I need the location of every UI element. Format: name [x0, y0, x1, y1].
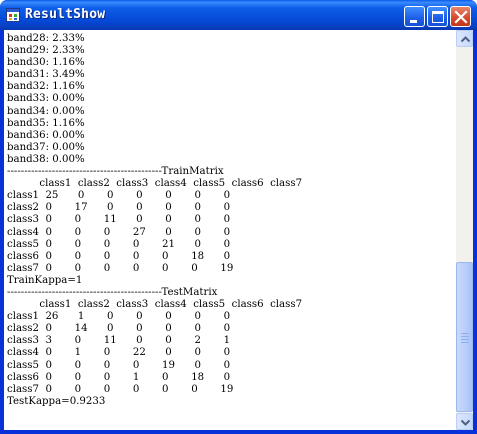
- grip-line: [461, 333, 469, 334]
- vertical-scrollbar[interactable]: [456, 30, 473, 430]
- output-text: band28: 2.33% band29: 2.33% band30: 1.16…: [7, 33, 302, 408]
- output-line: band30: 1.16%: [7, 57, 85, 69]
- output-line: class6 0 0 0 0 0 18 0: [7, 250, 231, 262]
- output-line: class1 25 0 0 0 0 0 0: [7, 190, 231, 202]
- output-line: band36: 0.00%: [7, 129, 85, 141]
- chevron-down-icon: [460, 419, 471, 426]
- output-textbox[interactable]: band28: 2.33% band29: 2.33% band30: 1.16…: [4, 30, 456, 430]
- output-line: band31: 3.49%: [7, 69, 85, 81]
- output-line: class2 0 17 0 0 0 0 0: [7, 202, 231, 214]
- output-line: class1 class2 class3 class4 class5 class…: [7, 299, 303, 311]
- output-line: class7 0 0 0 0 0 0 19: [7, 262, 234, 274]
- output-line: class5 0 0 0 0 21 0 0: [7, 238, 231, 250]
- app-icon: [6, 8, 20, 22]
- result-window: ResultShow band28: 2.33% band29: 2.33% b…: [0, 0, 477, 434]
- output-line: band35: 1.16%: [7, 117, 85, 129]
- close-icon: [454, 10, 468, 24]
- grip-line: [461, 342, 469, 343]
- output-line: band33: 0.00%: [7, 93, 85, 105]
- output-line: band29: 2.33%: [7, 45, 85, 57]
- output-line: class1 26 1 0 0 0 0 0: [7, 311, 231, 323]
- output-line: class4 0 1 0 22 0 0 0: [7, 347, 231, 359]
- client-area: band28: 2.33% band29: 2.33% band30: 1.16…: [4, 30, 473, 430]
- minimize-button[interactable]: [404, 6, 425, 27]
- output-line: band28: 2.33%: [7, 33, 85, 44]
- output-line: class3 0 0 11 0 0 0 0: [7, 214, 231, 226]
- window-title: ResultShow: [25, 7, 106, 22]
- output-line: class6 0 0 0 1 0 18 0: [7, 371, 231, 383]
- grip-line: [461, 336, 469, 337]
- close-button[interactable]: [450, 6, 471, 27]
- scroll-down-button[interactable]: [456, 413, 473, 430]
- output-line: band37: 0.00%: [7, 141, 85, 153]
- output-line: band32: 1.16%: [7, 81, 85, 93]
- output-line: class3 3 0 11 0 0 2 1: [7, 335, 231, 347]
- output-line: class4 0 0 0 27 0 0 0: [7, 226, 231, 238]
- output-line: TestKappa=0.9233: [7, 395, 106, 407]
- output-line: class5 0 0 0 0 19 0 0: [7, 359, 231, 371]
- maximize-icon: [432, 11, 444, 23]
- output-line: class7 0 0 0 0 0 0 19: [7, 383, 234, 395]
- scroll-thumb[interactable]: [456, 262, 473, 412]
- chevron-up-icon: [460, 36, 471, 43]
- title-bar[interactable]: ResultShow: [0, 0, 477, 30]
- output-line: ----------------------------------------…: [7, 286, 218, 298]
- output-line: class1 class2 class3 class4 class5 class…: [7, 178, 303, 190]
- grip-line: [461, 339, 469, 340]
- output-line: class2 0 14 0 0 0 0 0: [7, 323, 231, 335]
- output-line: ----------------------------------------…: [7, 166, 224, 178]
- scroll-up-button[interactable]: [456, 30, 473, 47]
- maximize-button[interactable]: [427, 6, 448, 27]
- minimize-icon: [410, 20, 417, 23]
- output-line: band34: 0.00%: [7, 105, 85, 117]
- output-line: TrainKappa=1: [7, 274, 83, 286]
- output-line: band38: 0.00%: [7, 153, 85, 165]
